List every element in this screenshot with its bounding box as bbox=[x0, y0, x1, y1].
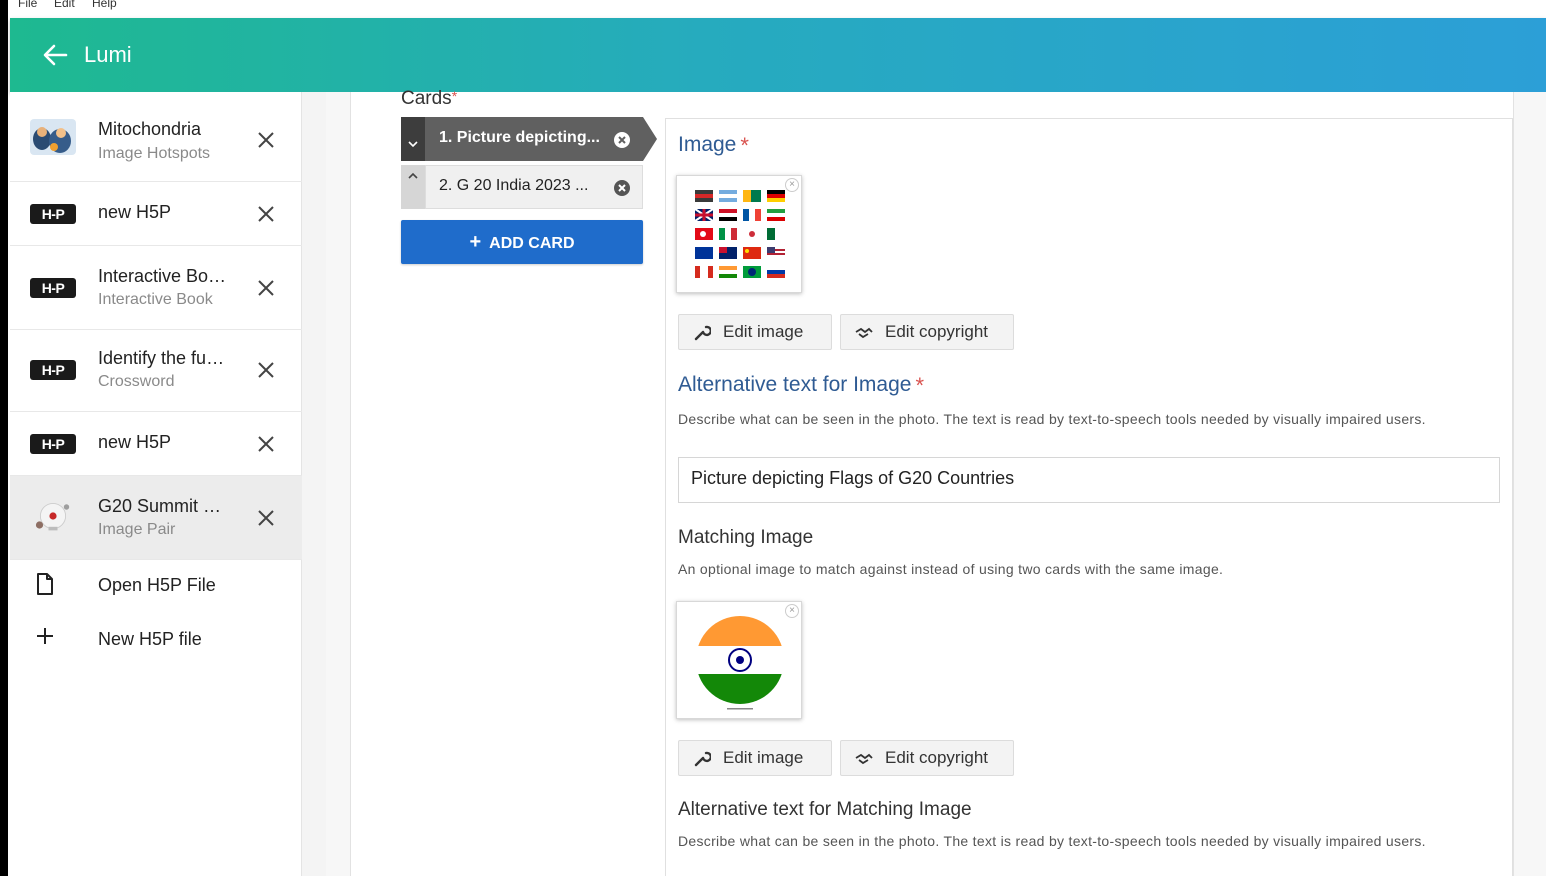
edit-image-label: Edit image bbox=[723, 748, 804, 767]
required-mark: * bbox=[740, 133, 749, 158]
required-mark: * bbox=[451, 88, 458, 104]
menu-help[interactable]: Help bbox=[92, 0, 117, 10]
h5p-logo-icon: H-P bbox=[30, 204, 76, 224]
plus-icon: + bbox=[469, 231, 482, 253]
remove-matching-image-icon[interactable]: × bbox=[785, 604, 799, 618]
sidebar-item-new-h5p[interactable]: H-P new H5P bbox=[10, 182, 302, 246]
sidebar-item-subtitle: Interactive Book bbox=[98, 291, 213, 308]
card-tab-label: 1. Picture depicting... bbox=[439, 129, 600, 146]
g20-thumbnail-icon bbox=[35, 502, 70, 531]
sidebar: Mitochondria Image Hotspots H-P new H5P … bbox=[10, 92, 302, 876]
image-field-title: Image * bbox=[678, 133, 749, 159]
edit-copyright-label: Edit copyright bbox=[885, 322, 988, 341]
open-h5p-file-label: Open H5P File bbox=[98, 575, 216, 595]
add-card-label: ADD CARD bbox=[489, 235, 575, 252]
sidebar-item-title: Identify the fu… bbox=[98, 348, 225, 368]
matching-image-description: An optional image to match against inste… bbox=[678, 561, 1224, 577]
app-bar: Lumi bbox=[10, 18, 1546, 92]
cards-label-text: Cards bbox=[401, 88, 452, 109]
cards-label: Cards* bbox=[401, 88, 457, 110]
app-title: Lumi bbox=[84, 42, 132, 67]
sidebar-item-title: G20 Summit … bbox=[98, 496, 222, 516]
image-field-title-text: Image bbox=[678, 133, 737, 156]
close-icon[interactable] bbox=[256, 508, 276, 528]
alt-text-title: Alternative text for Image * bbox=[678, 373, 924, 399]
alt-text-description: Describe what can be seen in the photo. … bbox=[678, 411, 1426, 427]
menu-file[interactable]: File bbox=[18, 0, 37, 10]
edit-copyright-button[interactable]: Edit copyright bbox=[840, 314, 1014, 350]
chevron-up-icon bbox=[408, 172, 418, 179]
close-icon[interactable] bbox=[256, 360, 276, 380]
alt-matching-title: Alternative text for Matching Image bbox=[678, 799, 972, 820]
required-mark: * bbox=[915, 373, 925, 398]
matching-image-thumbnail[interactable]: × bbox=[676, 601, 802, 719]
sidebar-item-new-h5p-2[interactable]: H-P new H5P bbox=[10, 412, 302, 476]
india-flag-image bbox=[696, 616, 784, 710]
h5p-logo-icon: H-P bbox=[30, 278, 76, 298]
file-icon bbox=[37, 573, 53, 595]
edit-copyright-label: Edit copyright bbox=[885, 748, 988, 767]
handshake-icon bbox=[855, 753, 873, 765]
card-tab-1[interactable]: 1. Picture depicting... bbox=[401, 117, 657, 161]
back-arrow-icon[interactable] bbox=[42, 43, 68, 67]
remove-card-icon[interactable] bbox=[613, 131, 631, 149]
sidebar-item-subtitle: Crossword bbox=[98, 373, 175, 390]
mitochondria-thumbnail-icon bbox=[30, 119, 76, 155]
menu-edit[interactable]: Edit bbox=[54, 0, 75, 10]
open-h5p-file-button[interactable]: Open H5P File bbox=[10, 561, 302, 611]
sidebar-item-g20-summit[interactable]: G20 Summit … Image Pair bbox=[10, 476, 302, 560]
wrench-icon bbox=[694, 325, 711, 341]
edit-matching-copyright-button[interactable]: Edit copyright bbox=[840, 740, 1014, 776]
sidebar-item-title: Mitochondria bbox=[98, 119, 202, 139]
handshake-icon bbox=[855, 327, 873, 339]
sidebar-item-title: Interactive Bo… bbox=[98, 266, 227, 286]
menu-bar: File Edit Help bbox=[8, 0, 1546, 18]
card-form-panel: Image * × Edit image Edit copyright Alte… bbox=[665, 118, 1513, 876]
new-h5p-file-button[interactable]: New H5P file bbox=[10, 615, 302, 665]
image-thumbnail[interactable]: × bbox=[676, 175, 802, 293]
close-icon[interactable] bbox=[256, 204, 276, 224]
sidebar-item-interactive-book[interactable]: H-P Interactive Bo… Interactive Book bbox=[10, 246, 302, 330]
plus-icon bbox=[37, 628, 53, 644]
card-tab-pointer bbox=[643, 117, 657, 161]
edit-image-label: Edit image bbox=[723, 322, 804, 341]
h5p-editor: Cards* 1. Picture depicting... 2. G 20 I bbox=[350, 88, 1514, 876]
close-icon[interactable] bbox=[256, 434, 276, 454]
alt-text-input[interactable]: Picture depicting Flags of G20 Countries bbox=[678, 457, 1500, 503]
sidebar-item-subtitle: Image Pair bbox=[98, 521, 176, 538]
remove-card-icon[interactable] bbox=[613, 179, 631, 197]
edit-image-button[interactable]: Edit image bbox=[678, 314, 832, 350]
alt-matching-description: Describe what can be seen in the photo. … bbox=[678, 833, 1426, 849]
new-h5p-file-label: New H5P file bbox=[98, 629, 202, 649]
lumi-window: File Edit Help Lumi Mitochondria Image H… bbox=[8, 0, 1546, 876]
chevron-down-icon bbox=[408, 141, 418, 148]
remove-image-icon[interactable]: × bbox=[785, 178, 799, 192]
sidebar-item-title: new H5P bbox=[98, 202, 172, 222]
card-tab-2[interactable]: 2. G 20 India 2023 ... bbox=[401, 165, 643, 209]
alt-text-title-text: Alternative text for Image bbox=[678, 373, 912, 396]
matching-image-title: Matching Image bbox=[678, 527, 814, 548]
collapse-handle[interactable] bbox=[401, 117, 425, 161]
expand-handle[interactable] bbox=[401, 165, 425, 209]
sidebar-item-crossword[interactable]: H-P Identify the fu… Crossword bbox=[10, 330, 302, 412]
editor-area: Cards* 1. Picture depicting... 2. G 20 I bbox=[326, 88, 1546, 876]
g20-flags-image bbox=[695, 190, 785, 278]
h5p-logo-icon: H-P bbox=[30, 360, 76, 380]
wrench-icon bbox=[694, 751, 711, 767]
card-tab-label: 2. G 20 India 2023 ... bbox=[439, 177, 589, 194]
close-icon[interactable] bbox=[256, 130, 276, 150]
sidebar-item-subtitle: Image Hotspots bbox=[98, 145, 211, 162]
sidebar-item-mitochondria[interactable]: Mitochondria Image Hotspots bbox=[10, 92, 302, 182]
edit-matching-image-button[interactable]: Edit image bbox=[678, 740, 832, 776]
close-icon[interactable] bbox=[256, 278, 276, 298]
sidebar-gutter bbox=[302, 92, 326, 876]
h5p-logo-icon: H-P bbox=[30, 434, 76, 454]
add-card-button[interactable]: + ADD CARD bbox=[401, 220, 643, 264]
sidebar-item-title: new H5P bbox=[98, 432, 172, 452]
